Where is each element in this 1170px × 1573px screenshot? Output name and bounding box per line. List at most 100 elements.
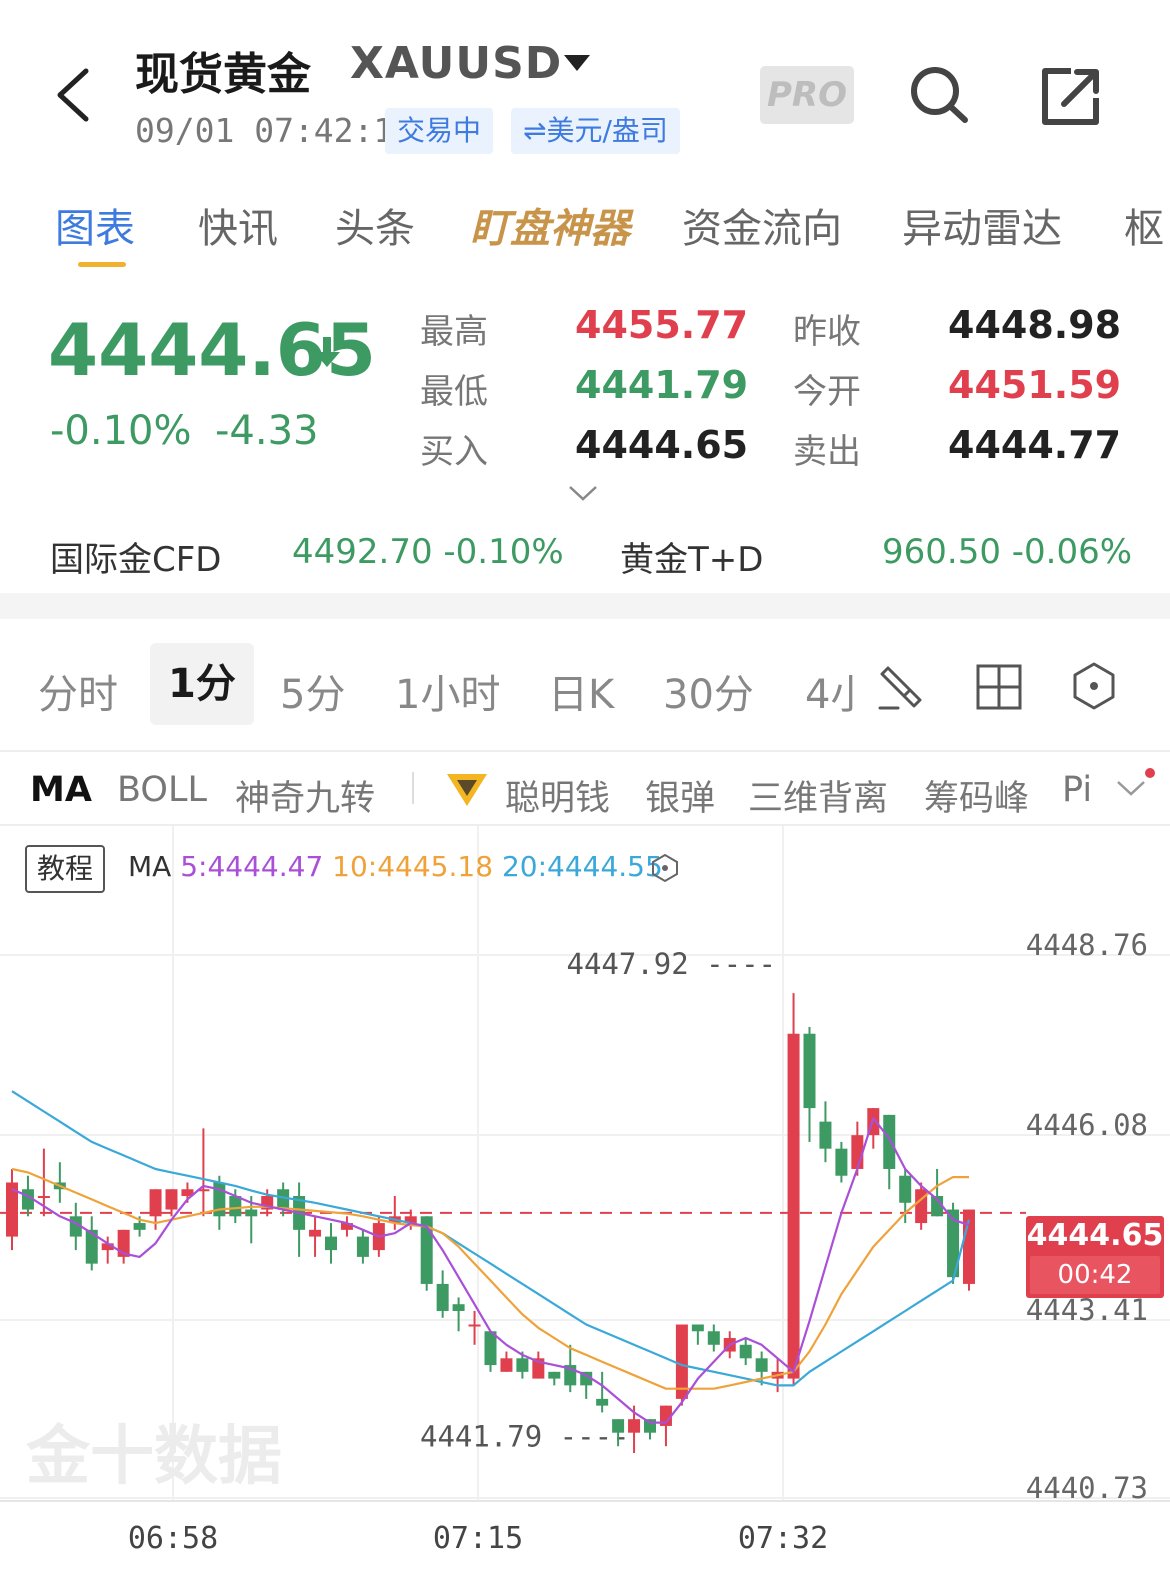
- low-label: 最低: [420, 372, 488, 412]
- indicator-silver-bullet[interactable]: 银弹: [645, 770, 715, 821]
- candle-body: [452, 1304, 465, 1311]
- section-divider: [0, 593, 1170, 619]
- trading-status-badge: 交易中: [385, 108, 494, 154]
- x-tick-label: 07:32: [738, 1521, 828, 1556]
- tab-more[interactable]: 枢: [1124, 196, 1164, 254]
- indicator-boll[interactable]: BOLL: [117, 770, 207, 810]
- candle-body: [277, 1189, 290, 1210]
- ma5-line: [11, 1117, 970, 1424]
- candle-body: [356, 1236, 369, 1257]
- candle-countdown: 00:42: [1030, 1256, 1160, 1294]
- tab-headlines[interactable]: 头条: [335, 196, 415, 254]
- candle-body: [309, 1229, 322, 1237]
- high-label: 最高: [420, 312, 488, 352]
- high-value: 4455.77: [575, 303, 749, 347]
- indicator-divider: [412, 772, 414, 804]
- settings-hexagon-icon[interactable]: [1068, 660, 1120, 716]
- ask-label: 卖出: [793, 432, 861, 472]
- ma-legend: MA 5:4444.47 10:4445.18 20:4444.55: [128, 850, 663, 883]
- tab-fund-flow[interactable]: 资金流向: [682, 196, 842, 254]
- tab-anomaly-radar[interactable]: 异动雷达: [902, 196, 1062, 254]
- unit-toggle-chip[interactable]: ⇌美元/盎司: [511, 108, 680, 154]
- candle-body: [229, 1196, 242, 1217]
- candle-body: [819, 1121, 832, 1149]
- candle-body: [325, 1236, 337, 1251]
- tab-watch-tool[interactable]: 盯盘神器: [470, 196, 630, 254]
- indicator-td-nine[interactable]: 神奇九转: [235, 770, 375, 821]
- layout-grid-icon[interactable]: [974, 662, 1024, 716]
- low-value: 4441.79: [575, 363, 749, 407]
- related-name-td[interactable]: 黄金T+D: [620, 532, 763, 581]
- tab-flash-news[interactable]: 快讯: [198, 196, 278, 254]
- chevron-left-icon: [57, 68, 89, 122]
- current-price-label: 4444.65: [1026, 1218, 1164, 1253]
- candle-body: [803, 1033, 816, 1109]
- candle-body: [835, 1148, 848, 1176]
- related-name-cfd[interactable]: 国际金CFD: [50, 532, 221, 581]
- ma-settings-icon[interactable]: [650, 853, 680, 887]
- page-title: 现货黄金: [135, 49, 311, 100]
- more-indicators-chevron-icon[interactable]: [1112, 768, 1158, 808]
- candle-body: [707, 1331, 720, 1345]
- indicator-ma[interactable]: MA: [30, 770, 92, 810]
- ask-value: 4444.77: [948, 423, 1122, 467]
- search-icon[interactable]: [903, 60, 973, 130]
- candle-body: [787, 1033, 800, 1379]
- candle-body: [149, 1189, 162, 1217]
- quote-timestamp: 09/01 07:42:16: [135, 111, 414, 150]
- symbol-selector[interactable]: XAUUSD: [350, 38, 562, 89]
- change-value: -4.33: [215, 408, 319, 454]
- y-tick-label: 4446.08: [1026, 1108, 1148, 1142]
- back-button[interactable]: [50, 65, 100, 125]
- low-annotation: 4441.79 ----: [420, 1419, 630, 1453]
- candle-body: [755, 1358, 768, 1372]
- candle-body: [133, 1223, 146, 1230]
- share-icon[interactable]: [1037, 62, 1107, 132]
- x-tick-label: 07:15: [433, 1521, 523, 1556]
- open-value: 4451.59: [948, 363, 1122, 407]
- indicator-divergence[interactable]: 三维背离: [748, 770, 888, 821]
- diamond-icon: [443, 770, 491, 814]
- tutorial-button[interactable]: 教程: [25, 845, 105, 893]
- indicator-pivot[interactable]: Pi: [1062, 770, 1102, 810]
- divider: [0, 750, 1170, 752]
- pro-badge[interactable]: PRO: [760, 66, 854, 124]
- bid-label: 买入: [420, 432, 488, 472]
- related-value-td: 960.50 -0.06%: [882, 532, 1133, 572]
- arrow-down-icon: [312, 335, 342, 373]
- related-value-cfd: 4492.70 -0.10%: [292, 532, 564, 572]
- period-intraday[interactable]: 分时: [38, 662, 118, 720]
- x-tick-label: 06:58: [128, 1521, 218, 1556]
- candle-body: [899, 1175, 912, 1203]
- prev-close-value: 4448.98: [948, 303, 1122, 347]
- tab-chart[interactable]: 图表: [55, 196, 135, 254]
- expand-chevron-icon[interactable]: [568, 484, 598, 506]
- period-daily[interactable]: 日K: [548, 662, 614, 720]
- period-30min[interactable]: 30分: [663, 662, 754, 720]
- period-1min[interactable]: 1分: [150, 643, 254, 725]
- y-tick-label: 4443.41: [1026, 1293, 1148, 1327]
- caret-down-icon[interactable]: [564, 55, 590, 77]
- active-tab-indicator: [78, 262, 126, 267]
- high-annotation: 4447.92 ----: [566, 947, 776, 981]
- period-1hour[interactable]: 1小时: [395, 662, 500, 720]
- candle-body: [500, 1358, 513, 1372]
- y-tick-label: 4440.73: [1026, 1471, 1148, 1505]
- indicator-chip-peak[interactable]: 筹码峰: [924, 770, 1029, 821]
- change-pct: -0.10%: [50, 408, 192, 454]
- candle-body: [548, 1371, 561, 1379]
- draw-tool-icon[interactable]: [876, 660, 930, 718]
- indicator-smart-money[interactable]: 聪明钱: [505, 770, 610, 821]
- candle-body: [596, 1398, 609, 1406]
- ma-legend-prefix: MA: [128, 850, 172, 883]
- candle-body: [245, 1209, 258, 1217]
- ma5-value: 5:4444.47: [180, 850, 324, 883]
- open-label: 今开: [793, 372, 861, 412]
- candle-body: [739, 1344, 752, 1359]
- ma10-value: 10:4445.18: [332, 850, 494, 883]
- period-4hour[interactable]: 4小: [805, 662, 855, 720]
- candle-body: [915, 1189, 928, 1224]
- candle-body: [516, 1358, 529, 1372]
- period-5min[interactable]: 5分: [280, 662, 345, 720]
- candle-body: [468, 1324, 481, 1327]
